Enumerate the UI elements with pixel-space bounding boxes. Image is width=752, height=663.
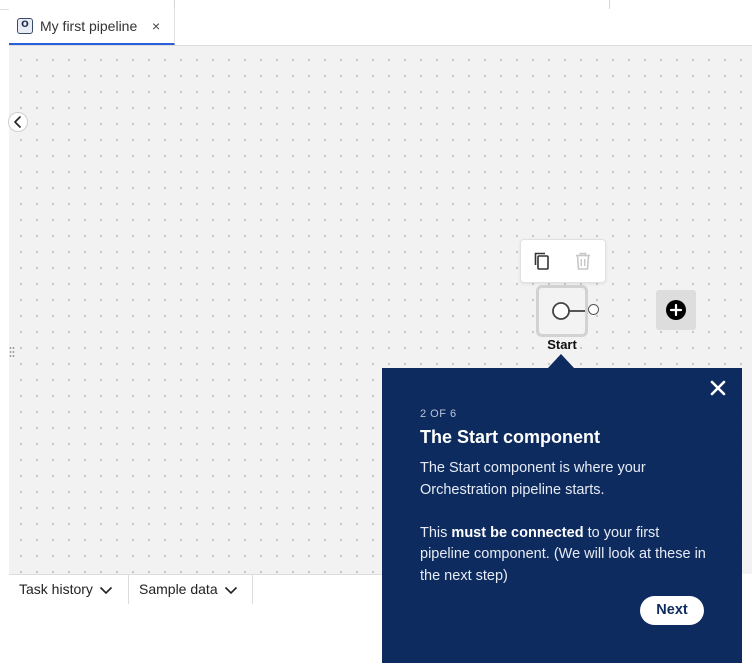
- start-node-label: Start: [547, 337, 577, 352]
- close-icon[interactable]: [710, 380, 726, 396]
- popover-text: This: [420, 524, 452, 541]
- add-component-button[interactable]: [656, 290, 696, 330]
- popover-paragraph: This must be connected to your first pip…: [420, 523, 710, 588]
- task-history-tab[interactable]: Task history: [9, 575, 129, 604]
- chevron-down-icon: [99, 587, 112, 595]
- tab-my-first-pipeline[interactable]: O My first pipeline ×: [9, 9, 175, 45]
- popover-step-indicator: 2 OF 6: [420, 408, 457, 420]
- tab-bar: O My first pipeline ×: [9, 9, 752, 46]
- top-strip-divider: [609, 0, 610, 9]
- tab-close-icon[interactable]: ×: [152, 18, 160, 34]
- popover-body: The Start component is where your Orches…: [420, 458, 710, 609]
- chevron-down-icon: [224, 587, 237, 595]
- collapse-panel-button[interactable]: [8, 112, 28, 132]
- task-history-label: Task history: [19, 581, 93, 597]
- popover-emphasis: must be connected: [451, 524, 584, 541]
- popover-title: The Start component: [420, 427, 601, 447]
- next-button[interactable]: Next: [640, 596, 704, 625]
- node-toolbar: [520, 239, 606, 283]
- bottom-panel-tabs: Task history Sample data: [9, 574, 382, 605]
- orchestration-pipeline-icon: O: [17, 18, 33, 34]
- sample-data-tab[interactable]: Sample data: [129, 575, 253, 604]
- output-connector[interactable]: [588, 304, 599, 315]
- start-component-node[interactable]: [536, 285, 588, 337]
- plus-circle-icon: [666, 300, 686, 320]
- popover-paragraph: The Start component is where your Orches…: [420, 460, 646, 498]
- sample-data-label: Sample data: [139, 581, 218, 597]
- top-strip-divider: [174, 0, 175, 9]
- start-icon: [552, 302, 585, 320]
- tab-label: My first pipeline: [40, 18, 138, 34]
- onboarding-popover: 2 OF 6 The Start component The Start com…: [382, 368, 742, 663]
- trash-icon[interactable]: [574, 251, 592, 271]
- popover-pointer: [548, 354, 574, 368]
- copy-icon[interactable]: [533, 251, 551, 271]
- resize-handle-icon[interactable]: [9, 346, 15, 358]
- chevron-left-icon: [14, 116, 21, 128]
